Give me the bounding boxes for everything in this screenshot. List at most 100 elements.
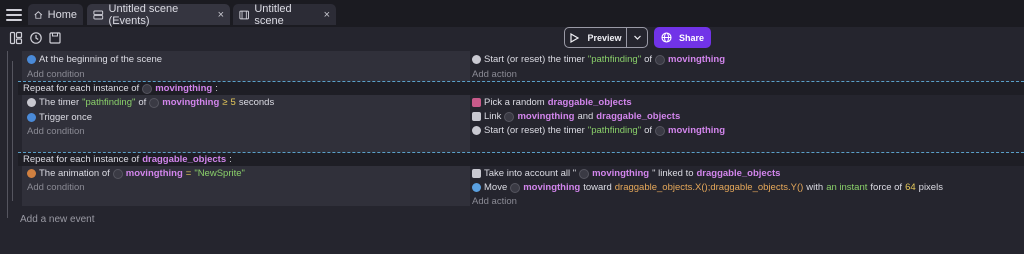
action-text: Move (484, 182, 508, 193)
history-icon[interactable] (29, 31, 43, 45)
animation-icon (27, 169, 36, 178)
action-text: with (806, 182, 824, 193)
action-line[interactable]: Start (or reset) the timer "pathfinding"… (472, 54, 725, 65)
save-icon[interactable] (48, 31, 62, 45)
timer-name: "pathfinding" (82, 97, 136, 108)
event-1-actions[interactable]: Start (or reset) the timer "pathfinding"… (470, 51, 1024, 81)
share-button[interactable]: Share (654, 27, 711, 48)
hamburger-menu-icon[interactable] (6, 6, 22, 22)
object-icon (149, 97, 160, 108)
tab-scene[interactable]: Untitled scene × (233, 2, 336, 27)
action-line[interactable]: Start (or reset) the timer "pathfinding"… (472, 125, 725, 136)
tab-bar: Home Untitled scene (Events) × Untitled … (0, 0, 1024, 27)
repeat-event-header[interactable]: Repeat for each instance of draggable_ob… (18, 153, 1024, 166)
event-1-conditions[interactable]: At the beginning of the scene Add condit… (22, 51, 470, 81)
repeat-text: : (215, 83, 218, 94)
action-text: of (644, 54, 653, 65)
condition-line[interactable]: Trigger once (27, 112, 92, 123)
action-text: Start (or reset) the timer (484, 54, 585, 65)
operator: = (185, 168, 192, 179)
object-name: draggable_objects (547, 97, 632, 108)
repeat-2-actions[interactable]: Take into account all " movingthing " li… (470, 166, 1024, 207)
object-name: movingthing (523, 182, 581, 193)
timer-icon (472, 55, 481, 64)
link-icon (472, 112, 481, 121)
object-icon (579, 168, 590, 179)
share-label: Share (678, 32, 704, 43)
condition-text: At the beginning of the scene (39, 54, 163, 65)
condition-text: The animation of (39, 168, 110, 179)
condition-line[interactable]: The animation of movingthing = "NewSprit… (27, 168, 245, 179)
condition-text: seconds (238, 97, 275, 108)
globe-icon (661, 32, 672, 43)
timer-icon (27, 98, 36, 107)
object-name: movingthing (592, 168, 650, 179)
tab-events-label: Untitled scene (Events) (108, 2, 179, 27)
object-name: movingthing (125, 168, 183, 179)
action-text: Start (or reset) the timer (484, 125, 585, 136)
action-line[interactable]: Pick a random draggable_objects (472, 97, 632, 108)
play-icon (570, 32, 580, 43)
condition-line[interactable]: At the beginning of the scene (27, 54, 162, 65)
add-action-link[interactable]: Add action (472, 196, 517, 207)
timer-name: "pathfinding" (587, 54, 642, 65)
events-sheet: At the beginning of the scene Add condit… (0, 51, 1024, 254)
force-type: an instant (826, 182, 868, 193)
value: 5 (230, 97, 236, 108)
scene-start-icon (27, 55, 36, 64)
close-icon[interactable]: × (218, 9, 224, 21)
value: "NewSprite" (194, 168, 245, 179)
add-condition-link[interactable]: Add condition (27, 182, 85, 193)
object-name: draggable_objects (696, 168, 781, 179)
object-name: movingthing (668, 125, 726, 136)
tab-events[interactable]: Untitled scene (Events) × (87, 2, 230, 27)
repeat-text: : (229, 154, 232, 165)
action-line[interactable]: Link movingthing and draggable_objects (472, 111, 680, 122)
repeat-text: Repeat for each instance of (23, 154, 140, 165)
condition-line[interactable]: The timer "pathfinding" of movingthing ≥… (27, 97, 274, 108)
action-line[interactable]: Move movingthing toward draggable_object… (472, 182, 943, 193)
scene-icon (239, 10, 249, 19)
action-text: " linked to (652, 168, 694, 179)
tab-home[interactable]: Home (28, 4, 83, 25)
repeat-1-actions[interactable]: Pick a random draggable_objects Link mov… (470, 95, 1024, 152)
home-icon (34, 10, 43, 19)
close-icon[interactable]: × (324, 9, 330, 21)
operator: ≥ (222, 97, 228, 108)
events-icon (93, 10, 104, 19)
preview-label: Preview (587, 32, 622, 43)
trigger-once-icon (27, 113, 36, 122)
preview-options-button[interactable] (627, 33, 647, 42)
condition-text: Trigger once (39, 112, 92, 123)
repeat-2-conditions[interactable]: The animation of movingthing = "NewSprit… (22, 166, 470, 206)
action-text: toward (583, 182, 612, 193)
object-icon (504, 111, 515, 122)
tab-scene-label: Untitled scene (254, 2, 292, 27)
add-event-link[interactable]: Add a new event (20, 214, 95, 225)
repeat-1-conditions[interactable]: The timer "pathfinding" of movingthing ≥… (22, 95, 470, 152)
action-line[interactable]: Take into account all " movingthing " li… (472, 168, 780, 179)
object-name: movingthing (668, 54, 726, 65)
preview-button[interactable]: Preview (564, 27, 648, 48)
repeat-header-line: Repeat for each instance of draggable_ob… (23, 154, 232, 165)
add-condition-link[interactable]: Add condition (27, 69, 85, 80)
toolbar: Preview Share (0, 27, 1024, 51)
tab-home-label: Home (47, 8, 77, 21)
toggle-panels-icon[interactable] (9, 31, 23, 45)
condition-text: of (138, 97, 147, 108)
repeat-text: Repeat for each instance of (23, 83, 140, 94)
chevron-down-icon (633, 35, 641, 40)
action-text: Link (484, 111, 502, 122)
condition-text: The timer (39, 97, 80, 108)
action-text: Pick a random (484, 97, 545, 108)
repeat-event-header[interactable]: Repeat for each instance of movingthing … (18, 82, 1024, 95)
add-condition-link[interactable]: Add condition (27, 126, 85, 137)
add-action-link[interactable]: Add action (472, 69, 517, 80)
object-icon (510, 182, 521, 193)
object-name: movingthing (155, 83, 213, 94)
object-icon (655, 125, 666, 136)
link-icon (472, 169, 481, 178)
action-text: and (577, 111, 594, 122)
repeat-header-line: Repeat for each instance of movingthing … (23, 83, 218, 94)
action-text: force of (870, 182, 903, 193)
